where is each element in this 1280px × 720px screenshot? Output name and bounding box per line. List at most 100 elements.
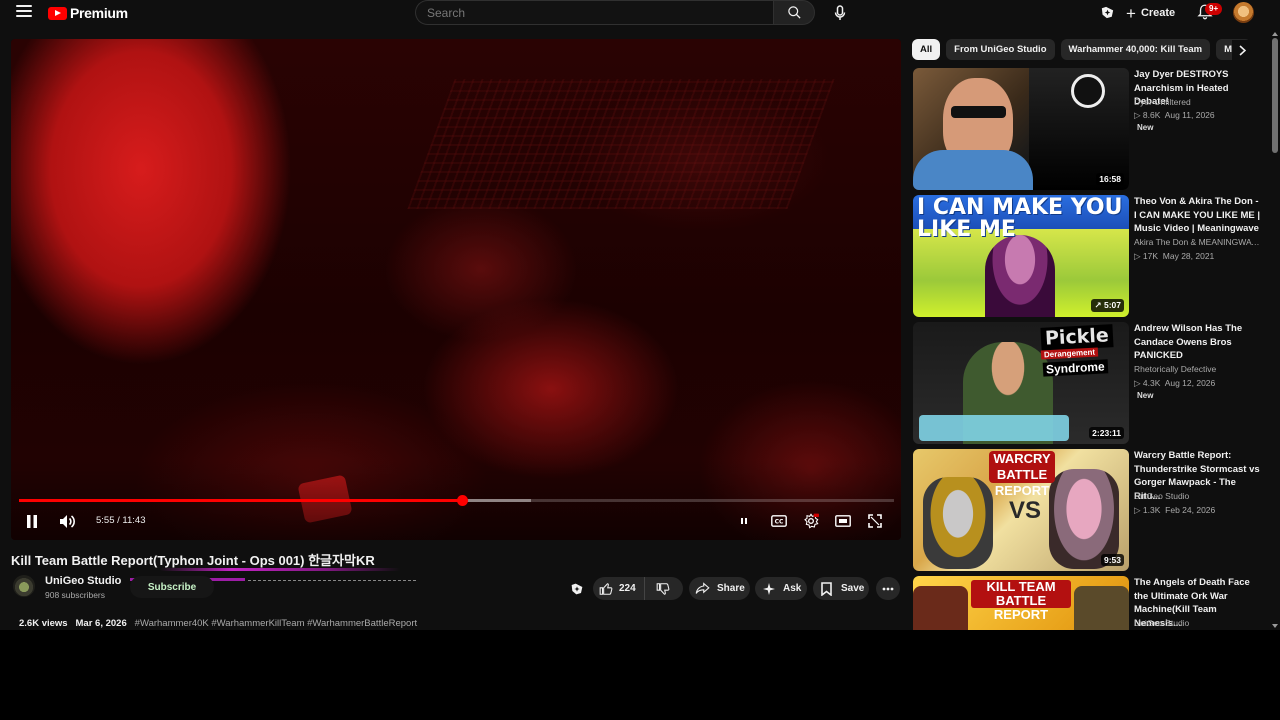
hashtags[interactable]: #Warhammer40K #WarhammerKillTeam #Warham…	[135, 618, 417, 629]
notifications-badge: 9+	[1205, 3, 1223, 15]
video-title: Kill Team Battle Report(Typhon Joint - O…	[11, 553, 375, 568]
duration-badge: 16:58	[1096, 173, 1124, 185]
channel-avatar[interactable]	[13, 575, 35, 597]
thumbnail-text: Derangement	[1040, 347, 1099, 360]
subscriber-count: 908 subscribers	[45, 590, 106, 600]
chip-kill-team[interactable]: Warhammer 40,000: Kill Team	[1060, 39, 1211, 60]
ask-button[interactable]: Ask	[755, 577, 807, 600]
scroll-down-button[interactable]	[1270, 618, 1280, 628]
save-label: Save	[841, 583, 865, 594]
thumbnail-text: I CAN MAKE YOU LIKE ME	[917, 195, 1123, 242]
video-player[interactable]: 5:55 / 11:43 CC	[11, 39, 901, 540]
view-count: 2.6K views	[19, 618, 68, 629]
share-button[interactable]: Share	[689, 577, 750, 600]
ai-summary-button[interactable]	[564, 577, 589, 600]
sparkle-icon	[1101, 6, 1114, 19]
theater-mode-icon	[835, 515, 851, 527]
scroll-up-button[interactable]	[1270, 26, 1280, 36]
recommended-video[interactable]: 16:58 Jay Dyer DESTROYS Anarchism in Hea…	[913, 68, 1263, 190]
more-horizontal-icon	[882, 587, 894, 590]
recommended-video[interactable]: I CAN MAKE YOU LIKE ME ↗ 5:07 Theo Von &…	[913, 195, 1263, 317]
like-button[interactable]: 224	[593, 577, 645, 600]
play-icon: ▷	[1134, 505, 1141, 515]
plus-icon: +	[1126, 3, 1136, 23]
youtube-premium-logo[interactable]: Premium	[48, 5, 128, 21]
recommended-title[interactable]: Theo Von & Akira The Don - I CAN MAKE YO…	[1134, 195, 1260, 236]
play-icon: ▷	[1134, 110, 1141, 120]
channel-name[interactable]: UniGeo Studio	[45, 575, 121, 587]
masthead: Premium + Create 9+	[0, 0, 1280, 26]
play-icon: ▷	[1134, 378, 1141, 388]
recommended-channel[interactable]: UniGeo Studio	[1134, 618, 1260, 628]
like-count: 224	[619, 583, 636, 594]
subtitles-button[interactable]: CC	[767, 512, 791, 530]
search-button[interactable]	[773, 0, 815, 25]
pause-button[interactable]	[20, 512, 44, 530]
search-box[interactable]	[415, 0, 773, 25]
duration-badge: ↗ 5:07	[1091, 299, 1124, 312]
fullscreen-button[interactable]	[863, 512, 887, 530]
recommended-video[interactable]: Pickle Derangement Syndrome 2:23:11 Andr…	[913, 322, 1263, 444]
ask-label: Ask	[783, 583, 802, 594]
search-input[interactable]	[427, 5, 773, 20]
recommended-channel[interactable]: Akira The Don & MEANINGWAVE...	[1134, 237, 1260, 247]
recommended-title[interactable]: Andrew Wilson Has The Candace Owens Bros…	[1134, 322, 1260, 363]
recommended-stats: ▷ 17K May 28, 2021	[1134, 251, 1214, 262]
chip-from-channel[interactable]: From UniGeo Studio	[946, 39, 1055, 60]
video-thumbnail[interactable]: WARCRY BATTLE REPORT VS 9:53	[913, 449, 1129, 571]
progress-played	[19, 499, 463, 502]
like-dislike-group: 224	[593, 577, 683, 600]
youtube-logo-icon	[48, 6, 67, 20]
guide-menu-button[interactable]	[16, 5, 32, 19]
ai-sparkle-button[interactable]	[1099, 4, 1117, 22]
video-thumbnail[interactable]: 16:58	[913, 68, 1129, 190]
bookmark-icon	[821, 581, 832, 596]
progress-bar[interactable]	[19, 495, 894, 506]
fullscreen-icon	[868, 514, 882, 528]
thumbs-down-icon	[656, 582, 670, 595]
sparkle-icon	[571, 583, 582, 594]
autoplay-toggle[interactable]	[732, 512, 756, 530]
video-thumbnail[interactable]: KILL TEAM BATTLE REPORT	[913, 576, 1129, 630]
create-button[interactable]: + Create	[1126, 3, 1175, 23]
recommended-video[interactable]: KILL TEAM BATTLE REPORT The Angels of De…	[913, 576, 1263, 630]
thumbnail-text: Pickle	[1040, 324, 1114, 351]
autoplay-icon	[741, 518, 747, 524]
chevron-right-icon	[1238, 44, 1246, 56]
save-button[interactable]: Save	[813, 577, 869, 600]
svg-text:CC: CC	[775, 519, 784, 526]
recommended-date: Aug 11, 2026	[1164, 110, 1215, 120]
scrollbar-thumb[interactable]	[1272, 38, 1278, 153]
chips-next-button[interactable]	[1232, 40, 1252, 60]
recommended-channel[interactable]: Rhetorically Defective	[1134, 364, 1260, 374]
description-meta[interactable]: 2.6K views Mar 6, 2026 #Warhammer40K #Wa…	[19, 618, 417, 629]
theater-mode-button[interactable]	[831, 512, 855, 530]
video-thumbnail[interactable]: Pickle Derangement Syndrome 2:23:11	[913, 322, 1129, 444]
share-icon	[695, 582, 710, 594]
dislike-button[interactable]	[645, 577, 681, 600]
render-artifact	[160, 568, 400, 571]
ask-sparkle-icon	[763, 582, 775, 595]
recommended-channel[interactable]: Dyer Unfiltered	[1134, 97, 1260, 107]
time-display: 5:55 / 11:43	[96, 515, 146, 526]
more-actions-button[interactable]	[876, 577, 900, 600]
recommended-video[interactable]: WARCRY BATTLE REPORT VS 9:53 Warcry Batt…	[913, 449, 1263, 571]
settings-button[interactable]	[799, 512, 823, 530]
voice-search-button[interactable]	[828, 1, 851, 24]
recommended-views: 1.3K	[1142, 505, 1161, 515]
account-avatar[interactable]	[1233, 2, 1254, 23]
video-thumbnail[interactable]: I CAN MAKE YOU LIKE ME ↗ 5:07	[913, 195, 1129, 317]
chip-all[interactable]: All	[912, 39, 941, 60]
recommended-stats: ▷ 4.3K Aug 12, 2026	[1134, 378, 1215, 389]
subscribe-button[interactable]: Subscribe	[130, 576, 214, 598]
render-artifact	[248, 580, 416, 581]
upload-date: Mar 6, 2026	[75, 618, 127, 629]
gear-icon	[804, 513, 819, 529]
recommended-channel[interactable]: UniGeo Studio	[1134, 491, 1260, 501]
recommended-date: Feb 24, 2026	[1165, 505, 1216, 515]
mute-button[interactable]	[55, 512, 79, 530]
desktop-strip	[0, 630, 1280, 720]
recommended-views: 4.3K	[1142, 378, 1161, 388]
thumbnail-text: Syndrome	[1042, 359, 1109, 377]
recommended-views: 17K	[1142, 251, 1159, 261]
